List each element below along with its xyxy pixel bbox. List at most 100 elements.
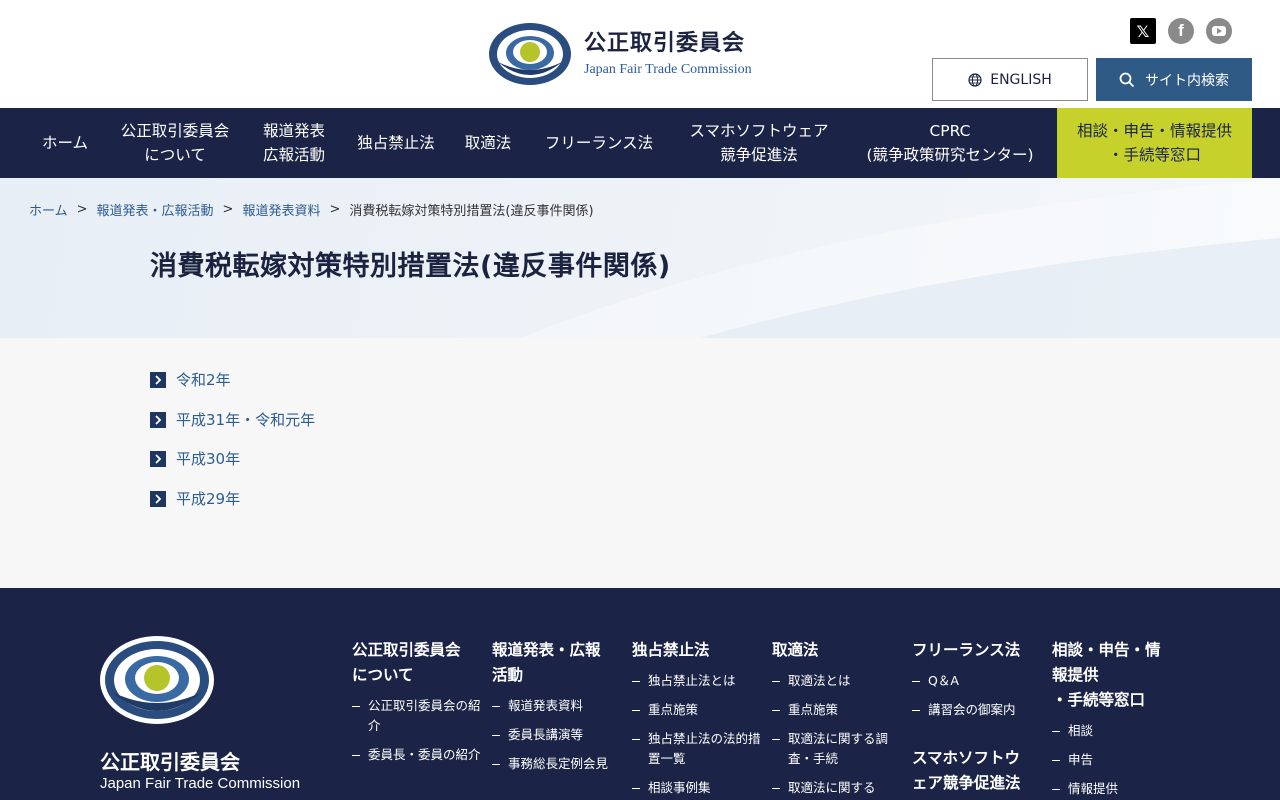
facebook-icon[interactable]: f [1168,18,1194,44]
year-link-reiwa2[interactable]: 令和2年 [150,369,231,390]
footer-link[interactable]: 講習会の御案内 [912,700,1042,720]
nav-about-label-2: について [144,146,206,164]
site-logo[interactable]: 公正取引委員会 Japan Fair Trade Commission [488,22,752,86]
footer-heading-line: 活動 [492,666,524,684]
footer-col-consultation: 相談・申告・情 報提供・手続等窓口 相談 申告 情報提供 [1052,638,1182,800]
footer-heading[interactable]: スマホソフトウ ェア競争促進法 [912,746,1042,796]
year-link-heisei29[interactable]: 平成29年 [150,488,240,509]
global-nav: ホーム 公正取引委員会 について 報道発表 広報活動 独占禁止法 取適法 フリーラン… [0,108,1280,178]
footer-link[interactable]: 報道発表資料 [492,696,622,716]
footer-col-freelance: フリーランス法 Q＆A 講習会の御案内 スマホソフトウ ェア競争促進法 [912,638,1042,796]
footer-heading[interactable]: 公正取引委員会 について [352,638,482,688]
nav-home[interactable]: ホーム [30,108,100,178]
footer-col-subcontract: 取適法 取適法とは 重点施策 取適法に関する調査・手続 取適法に関する [772,638,902,800]
site-header: 公正取引委員会 Japan Fair Trade Commission 𝕏 f … [0,0,1280,108]
footer-heading-line: について [352,666,414,684]
footer-heading-line: 相談・申告・情 [1052,641,1161,659]
nav-cprc-label-2: (競争政策研究センター) [866,146,1034,164]
footer-link[interactable]: 委員長・委員の紹介 [352,745,482,765]
footer-link[interactable]: 事務総長定例会見 [492,754,622,774]
nav-cprc-label-1: CPRC [929,122,971,140]
footer-org-name-en: Japan Fair Trade Commission [100,775,301,792]
footer-heading-line: 公正取引委員会 [352,641,461,659]
footer-link[interactable]: 独占禁止法の法的措置一覧 [632,729,762,769]
footer-heading[interactable]: 独占禁止法 [632,638,762,663]
site-footer: 公正取引委員会 Japan Fair Trade Commission 公正取引… [0,588,1280,800]
nav-subcontract-label: 取適法 [464,134,512,152]
footer-link[interactable]: 公正取引委員会の紹介 [352,696,482,736]
footer-link[interactable]: 委員長講演等 [492,725,622,745]
footer-link[interactable]: 情報提供 [1052,779,1182,799]
main-content: 令和2年 平成31年・令和元年 平成30年 平成29年 [0,338,1280,588]
footer-heading-line: ・手続等窓口 [1052,691,1146,709]
year-link-heisei31[interactable]: 平成31年・令和元年 [150,409,315,430]
english-button-label: ENGLISH [990,71,1052,88]
footer-heading-line: 報提供 [1052,666,1099,684]
chevron-right-icon [150,371,166,388]
x-icon[interactable]: 𝕏 [1130,18,1156,44]
nav-consult-label-2: ・手続等窓口 [1107,146,1201,164]
footer-link[interactable]: 相談事例集 [632,778,762,798]
globe-icon [968,72,982,87]
year-link-label: 令和2年 [176,371,231,389]
year-link-heisei30[interactable]: 平成30年 [150,448,240,469]
footer-heading-line: 報道発表・広報 [492,641,601,659]
breadcrumb-current: 消費税転嫁対策特別措置法(違反事件関係) [349,204,594,219]
chevron-right-icon [150,450,166,467]
footer-link[interactable]: 取適法とは [772,671,902,691]
footer-heading[interactable]: 取適法 [772,638,902,663]
nav-antimonopoly[interactable]: 独占禁止法 [346,108,446,178]
nav-subcontract[interactable]: 取適法 [454,108,522,178]
breadcrumb-press[interactable]: 報道発表・広報活動 [97,200,214,219]
footer-link[interactable]: Q＆A [912,671,1042,691]
nav-smartphone[interactable]: スマホソフトウェア 競争促進法 [676,108,842,178]
footer-link[interactable]: 重点施策 [772,700,902,720]
breadcrumb-home[interactable]: ホーム [29,200,68,219]
footer-link[interactable]: 独占禁止法とは [632,671,762,691]
nav-smartphone-label-2: 競争促進法 [720,146,798,164]
breadcrumb-materials[interactable]: 報道発表資料 [242,200,320,219]
nav-freelance[interactable]: フリーランス法 [530,108,668,178]
year-link-label: 平成30年 [176,450,241,468]
page-hero: ホーム > 報道発表・広報活動 > 報道発表資料 > 消費税転嫁対策特別措置法(… [0,178,1280,338]
nav-about[interactable]: 公正取引委員会 について [108,108,242,178]
footer-link[interactable]: 取適法に関する調査・手続 [772,729,902,769]
year-link-label: 平成31年・令和元年 [176,411,316,429]
nav-cprc[interactable]: CPRC (競争政策研究センター) [850,108,1050,178]
youtube-icon[interactable] [1206,18,1232,44]
breadcrumb-separator: > [329,202,341,217]
nav-antimonopoly-label: 独占禁止法 [357,134,435,152]
footer-link[interactable]: 重点施策 [632,700,762,720]
footer-org-name: 公正取引委員会 [100,750,240,774]
nav-consultation[interactable]: 相談・申告・情報提供 ・手続等窓口 [1057,108,1252,178]
footer-link[interactable]: 申告 [1052,750,1182,770]
english-button[interactable]: ENGLISH [932,58,1088,101]
footer-link[interactable]: 相談 [1052,721,1182,741]
jftc-emblem-icon [489,23,571,85]
footer-col-about: 公正取引委員会 について 公正取引委員会の紹介 委員長・委員の紹介 [352,638,482,774]
footer-col-antimonopoly: 独占禁止法 独占禁止法とは 重点施策 独占禁止法の法的措置一覧 相談事例集 [632,638,762,800]
chevron-right-icon [150,411,166,428]
nav-smartphone-label-1: スマホソフトウェア [689,122,829,140]
nav-press-label-1: 報道発表 [262,122,325,140]
nav-about-label-1: 公正取引委員会 [120,122,230,140]
breadcrumb-separator: > [76,202,88,217]
chevron-right-icon [150,490,166,507]
site-search-button[interactable]: サイト内検索 [1096,58,1252,101]
breadcrumb: ホーム > 報道発表・広報活動 > 報道発表資料 > 消費税転嫁対策特別措置法(… [29,200,594,219]
footer-col-press: 報道発表・広報 活動 報道発表資料 委員長講演等 事務総長定例会見 [492,638,622,783]
org-name-en: Japan Fair Trade Commission [584,62,752,77]
year-link-label: 平成29年 [176,490,241,508]
footer-link[interactable]: 取適法に関する [772,778,902,798]
nav-home-label: ホーム [41,134,89,152]
org-name: 公正取引委員会 [584,31,746,56]
footer-heading[interactable]: 報道発表・広報 活動 [492,638,622,688]
page-title: 消費税転嫁対策特別措置法(違反事件関係) [150,251,671,282]
footer-heading[interactable]: フリーランス法 [912,638,1042,663]
nav-press[interactable]: 報道発表 広報活動 [250,108,338,178]
jftc-emblem-icon[interactable] [98,634,216,726]
search-icon [1119,72,1135,87]
breadcrumb-separator: > [222,202,234,217]
search-button-label: サイト内検索 [1145,72,1229,89]
footer-heading[interactable]: 相談・申告・情 報提供・手続等窓口 [1052,638,1182,713]
